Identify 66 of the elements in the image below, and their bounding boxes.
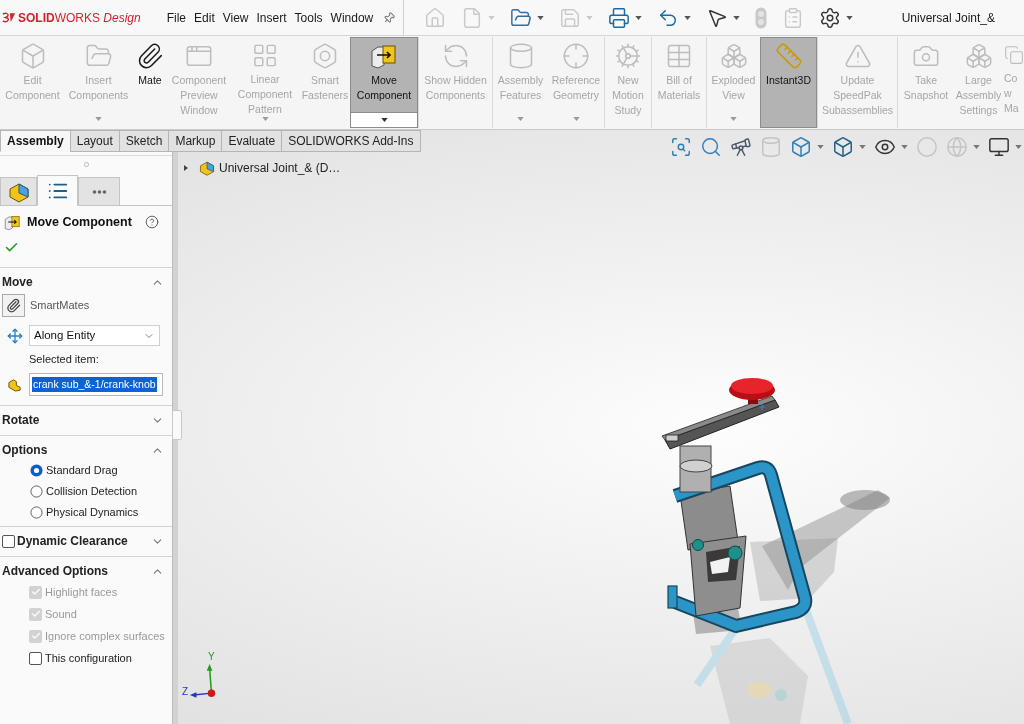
menu-item[interactable]: File bbox=[166, 8, 187, 27]
radio-button[interactable] bbox=[30, 485, 43, 498]
checkbox[interactable] bbox=[2, 534, 15, 548]
ribbon-tab[interactable]: SOLIDWORKS Add-Ins bbox=[281, 130, 421, 152]
field-label: Selected item: bbox=[29, 353, 99, 366]
cube-icon[interactable] bbox=[790, 136, 812, 158]
ribbon-tab[interactable]: Evaluate bbox=[221, 130, 283, 152]
smartmates-label: SmartMates bbox=[30, 298, 90, 314]
section-header[interactable]: Rotate bbox=[0, 410, 172, 430]
ribbon-tab[interactable]: Layout bbox=[69, 130, 120, 152]
section-header[interactable]: Move bbox=[0, 272, 172, 292]
grip-icon[interactable] bbox=[83, 161, 89, 167]
section-header[interactable]: Dynamic Clearance bbox=[15, 531, 172, 551]
dropdown-field[interactable]: Along Entity bbox=[29, 325, 160, 346]
panel-title: Move Component bbox=[27, 213, 132, 231]
ribbon-button[interactable]: Move Component bbox=[350, 37, 418, 128]
radio-button[interactable] bbox=[30, 506, 43, 519]
ribbon-button[interactable]: Mate bbox=[132, 37, 168, 128]
help-icon[interactable] bbox=[145, 215, 159, 229]
ribbon-tab[interactable]: Markup bbox=[168, 130, 223, 152]
folder-icon[interactable] bbox=[510, 6, 533, 29]
section-header[interactable]: Advanced Options bbox=[0, 561, 172, 581]
panel-tab[interactable] bbox=[37, 175, 78, 206]
menu-item[interactable]: Tools bbox=[294, 8, 323, 27]
selection-field[interactable]: crank sub_&-1/crank-knob bbox=[29, 373, 163, 396]
menu-item[interactable]: Insert bbox=[256, 8, 287, 27]
tree-item-label[interactable]: Universal Joint_& (D… bbox=[219, 159, 341, 177]
cube-icon bbox=[199, 160, 215, 176]
splitter-handle[interactable] bbox=[172, 410, 182, 440]
magnifier-icon[interactable] bbox=[670, 136, 692, 158]
ribbon-tab[interactable]: Assembly bbox=[0, 130, 71, 152]
panel-tab[interactable] bbox=[0, 177, 37, 206]
document-title: Universal Joint_& bbox=[901, 9, 995, 27]
box-arrow-icon bbox=[4, 213, 21, 231]
part-icon bbox=[7, 377, 22, 392]
ribbon-button[interactable]: Instant3D bbox=[760, 37, 817, 128]
magnifier-icon[interactable] bbox=[700, 136, 722, 158]
radio-button[interactable] bbox=[30, 464, 43, 477]
printer-icon[interactable] bbox=[608, 6, 631, 29]
option-label[interactable]: This configuration bbox=[45, 649, 132, 667]
section-header[interactable]: Options bbox=[0, 440, 172, 460]
paperclip-icon bbox=[6, 298, 21, 313]
check-icon bbox=[30, 631, 41, 641]
menu-item[interactable]: Edit bbox=[194, 8, 215, 27]
cube-icon bbox=[7, 180, 30, 203]
option-label[interactable]: Collision Detection bbox=[46, 483, 138, 500]
menu-item[interactable]: Window bbox=[330, 8, 374, 27]
check-icon bbox=[30, 587, 41, 597]
logo-icon bbox=[2, 12, 16, 23]
app-logo-text: SOLIDWORKS Design bbox=[18, 9, 141, 27]
telescope-icon[interactable] bbox=[730, 136, 752, 158]
checkbox[interactable] bbox=[29, 651, 42, 665]
option-label[interactable]: Standard Drag bbox=[46, 462, 118, 479]
cube-icon[interactable] bbox=[832, 136, 854, 158]
axis-label: Z bbox=[182, 687, 189, 697]
check-icon bbox=[30, 609, 41, 619]
menu-item[interactable]: View bbox=[222, 8, 249, 27]
four-arrows-icon bbox=[6, 327, 23, 344]
dots-icon bbox=[91, 189, 107, 194]
smartmates-button[interactable] bbox=[2, 294, 25, 317]
option-label[interactable]: Physical Dynamics bbox=[46, 504, 139, 521]
settings-icon[interactable] bbox=[819, 6, 842, 29]
ribbon-tab[interactable]: Sketch bbox=[118, 130, 170, 152]
monitor-icon[interactable] bbox=[988, 136, 1010, 158]
axis-label: Y bbox=[208, 652, 215, 662]
expand-arrow-right-icon[interactable] bbox=[183, 165, 189, 171]
